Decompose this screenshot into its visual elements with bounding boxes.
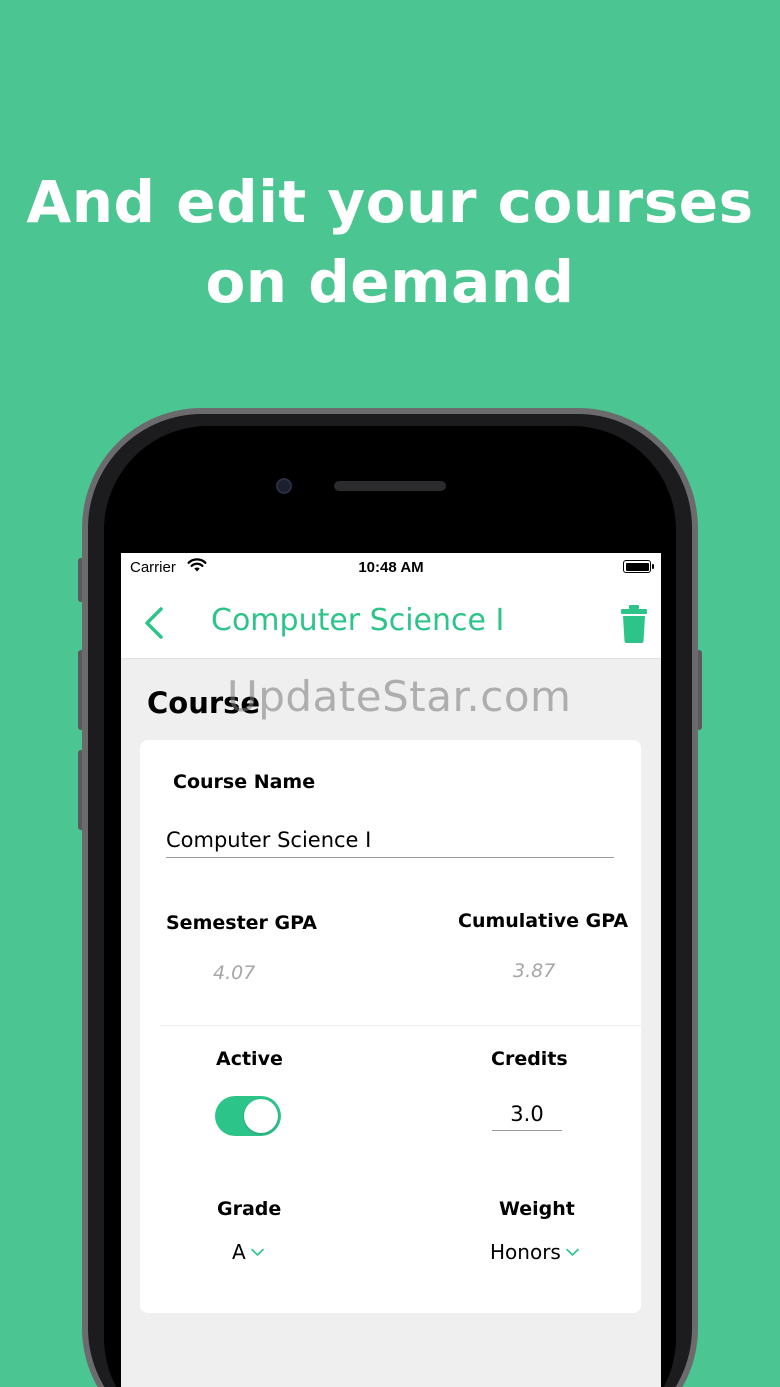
battery-icon (623, 560, 654, 573)
semester-gpa-label: Semester GPA (166, 912, 317, 934)
credits-field[interactable] (492, 1097, 562, 1131)
semester-gpa-value: 4.07 (213, 962, 256, 984)
front-camera (276, 478, 292, 494)
trash-icon[interactable] (621, 605, 647, 643)
active-toggle[interactable] (215, 1096, 281, 1136)
course-name-field[interactable] (166, 822, 614, 858)
weight-dropdown[interactable]: Honors (490, 1240, 579, 1264)
chevron-down-icon (566, 1248, 579, 1256)
promo-headline: And edit your courses on demand (0, 162, 780, 322)
course-name-label: Course Name (173, 771, 316, 793)
active-label: Active (216, 1048, 283, 1070)
watermark: UpdateStar.com (227, 672, 572, 721)
status-bar: Carrier 10:48 AM (121, 553, 661, 581)
page-title: Computer Science I (211, 603, 505, 638)
grade-dropdown[interactable]: A (232, 1240, 264, 1264)
chevron-left-icon[interactable] (141, 605, 169, 641)
earpiece-speaker (334, 481, 446, 491)
chevron-down-icon (250, 1248, 264, 1256)
weight-label: Weight (499, 1198, 575, 1220)
form-divider (160, 1025, 641, 1026)
grade-value: A (232, 1240, 246, 1264)
headline-line-1: And edit your courses (26, 168, 754, 236)
navigation-bar: Computer Science I (121, 581, 661, 659)
course-form-card: Course Name Semester GPA 4.07 Cumulative… (140, 740, 641, 1313)
credits-label: Credits (491, 1048, 568, 1070)
weight-value: Honors (490, 1240, 561, 1264)
cumulative-gpa-label: Cumulative GPA (458, 910, 629, 932)
cumulative-gpa-value: 3.87 (513, 960, 556, 982)
toggle-knob (244, 1099, 278, 1133)
status-time: 10:48 AM (358, 559, 424, 576)
grade-label: Grade (217, 1198, 282, 1220)
headline-line-2: on demand (205, 248, 575, 316)
